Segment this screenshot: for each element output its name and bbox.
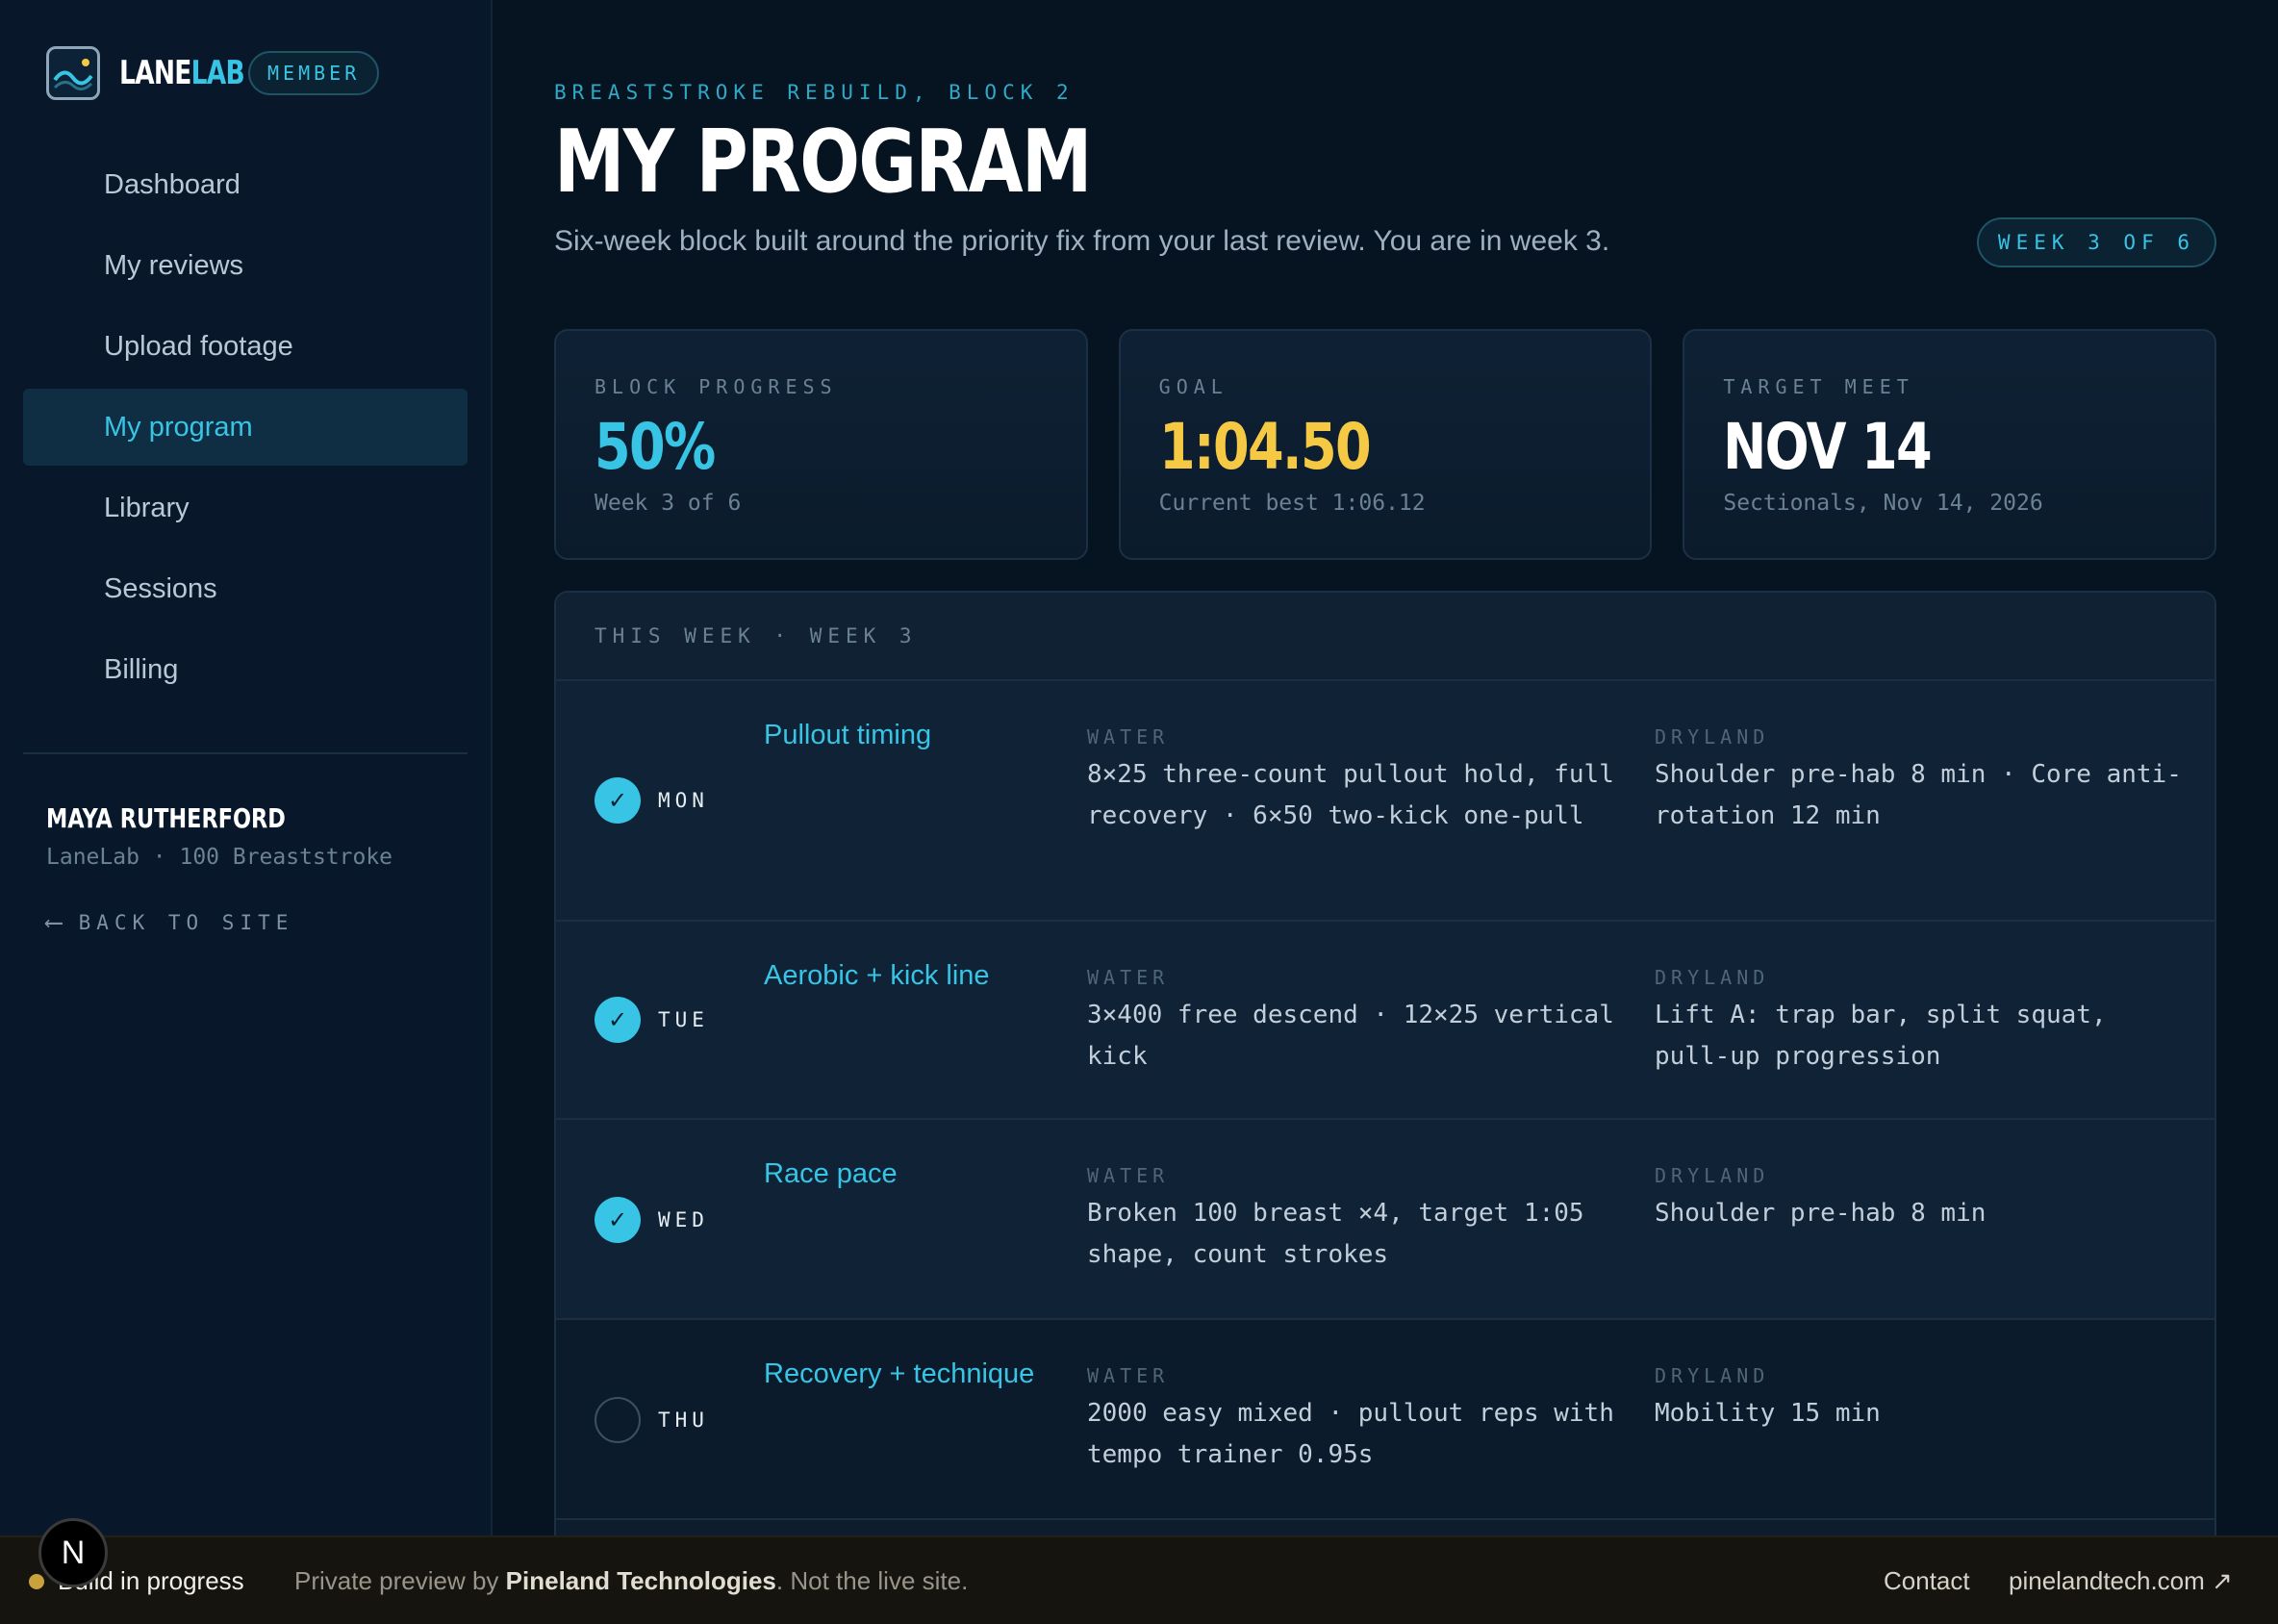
water-label: WATER	[1087, 966, 1170, 989]
card-value: 1:04.50	[1158, 410, 1372, 484]
card-meta: Current best 1:06.12	[1158, 491, 1426, 516]
week-heading: THIS WEEK · WEEK 3	[556, 593, 2215, 681]
dryland-text: Lift A: trap bar, split squat, pull-up p…	[1655, 1001, 2107, 1071]
page-eyebrow: BREASTSTROKE REBUILD, BLOCK 2	[554, 81, 1075, 104]
card-meta: Week 3 of 6	[595, 491, 742, 516]
card-label: BLOCK PROGRESS	[595, 375, 838, 398]
page-title: MY PROGRAM	[554, 112, 1092, 213]
goal-card: GOAL 1:04.50 Current best 1:06.12	[1118, 329, 1653, 560]
session-title[interactable]: Recovery + technique	[764, 1355, 1052, 1393]
preview-banner: Build in progress Private preview by Pin…	[0, 1535, 2278, 1624]
sidebar-item-my-program[interactable]: My program	[23, 389, 468, 466]
dryland-text: Mobility 15 min	[1655, 1399, 1881, 1428]
back-to-site-link[interactable]: ⟵ BACK TO SITE	[46, 908, 293, 937]
status-dot-icon	[29, 1574, 44, 1589]
card-meta: Sectionals, Nov 14, 2026	[1723, 491, 2043, 516]
company-name[interactable]: Pineland Technologies	[506, 1566, 776, 1595]
water-text: 8×25 three-count pullout hold, full reco…	[1087, 760, 1614, 830]
card-value: NOV 14	[1723, 410, 1933, 484]
water-label: WATER	[1087, 1364, 1170, 1387]
check-icon[interactable]: ✓	[595, 777, 641, 824]
session-title[interactable]: Aerobic + kick line	[764, 956, 1052, 995]
member-badge: MEMBER	[248, 51, 380, 95]
dryland-label: DRYLAND	[1655, 966, 1770, 989]
dryland-label: DRYLAND	[1655, 1364, 1770, 1387]
n-logo-icon[interactable]: N	[38, 1518, 108, 1587]
empty-circle-icon[interactable]	[595, 1397, 641, 1443]
session-title[interactable]: Race pace	[764, 1155, 1052, 1193]
sidebar-nav: Dashboard My reviews Upload footage My p…	[23, 146, 468, 712]
sidebar-item-sessions[interactable]: Sessions	[23, 550, 468, 627]
day-row-mon[interactable]: ✓ MON Pullout timing WATER 8×25 three-co…	[556, 681, 2215, 922]
preview-notice: Private preview by Pineland Technologies…	[294, 1565, 969, 1595]
water-text: Broken 100 breast ×4, target 1:05 shape,…	[1087, 1199, 1584, 1269]
target-meet-card: TARGET MEET NOV 14 Sectionals, Nov 14, 2…	[1683, 329, 2217, 560]
back-to-site-label: BACK TO SITE	[78, 911, 294, 934]
day-row-thu[interactable]: THU Recovery + technique WATER 2000 easy…	[556, 1320, 2215, 1520]
page-subtitle: Six-week block built around the priority…	[554, 225, 1610, 257]
session-title[interactable]: Pullout timing	[764, 716, 1052, 754]
water-text: 3×400 free descend · 12×25 vertical kick	[1087, 1001, 1614, 1071]
user-subtitle: LaneLab · 100 Breaststroke	[46, 845, 393, 870]
dryland-text: Shoulder pre-hab 8 min	[1655, 1199, 1987, 1228]
day-label: WED	[658, 1208, 709, 1231]
check-icon[interactable]: ✓	[595, 997, 641, 1043]
sidebar-divider	[23, 752, 468, 754]
card-value: 50%	[595, 410, 716, 484]
brand[interactable]: LANELAB MEMBER	[46, 46, 380, 100]
user-name: MAYA RUTHERFORD	[46, 802, 286, 834]
stat-cards: BLOCK PROGRESS 50% Week 3 of 6 GOAL 1:04…	[554, 329, 2217, 560]
water-text: 2000 easy mixed · pullout reps with temp…	[1087, 1399, 1614, 1469]
check-icon[interactable]: ✓	[595, 1197, 641, 1243]
site-link[interactable]: pinelandtech.com ↗	[2009, 1566, 2233, 1596]
dryland-label: DRYLAND	[1655, 725, 1770, 749]
day-row-tue[interactable]: ✓ TUE Aerobic + kick line WATER 3×400 fr…	[556, 922, 2215, 1120]
arrow-left-icon: ⟵	[46, 908, 62, 937]
week-badge: WEEK 3 OF 6	[1976, 217, 2216, 267]
sidebar-item-library[interactable]: Library	[23, 469, 468, 546]
wave-chart-icon	[46, 46, 100, 100]
card-label: GOAL	[1158, 375, 1228, 398]
water-label: WATER	[1087, 725, 1170, 749]
day-label: TUE	[658, 1008, 709, 1031]
sidebar: LANELAB MEMBER Dashboard My reviews Uplo…	[0, 0, 493, 1535]
day-label: THU	[658, 1408, 709, 1432]
contact-link[interactable]: Contact	[1884, 1566, 1970, 1596]
this-week-panel: THIS WEEK · WEEK 3 ✓ MON Pullout timing …	[554, 591, 2216, 1553]
card-label: TARGET MEET	[1723, 375, 1914, 398]
block-progress-card: BLOCK PROGRESS 50% Week 3 of 6	[554, 329, 1088, 560]
day-label: MON	[658, 789, 709, 812]
dryland-text: Shoulder pre-hab 8 min · Core anti-rotat…	[1655, 760, 2182, 830]
brand-name: LANELAB	[119, 54, 245, 92]
day-row-wed[interactable]: ✓ WED Race pace WATER Broken 100 breast …	[556, 1120, 2215, 1320]
water-label: WATER	[1087, 1164, 1170, 1187]
sidebar-item-upload-footage[interactable]: Upload footage	[23, 308, 468, 385]
sidebar-item-my-reviews[interactable]: My reviews	[23, 227, 468, 304]
dryland-label: DRYLAND	[1655, 1164, 1770, 1187]
sidebar-item-dashboard[interactable]: Dashboard	[23, 146, 468, 223]
sidebar-item-billing[interactable]: Billing	[23, 631, 468, 708]
